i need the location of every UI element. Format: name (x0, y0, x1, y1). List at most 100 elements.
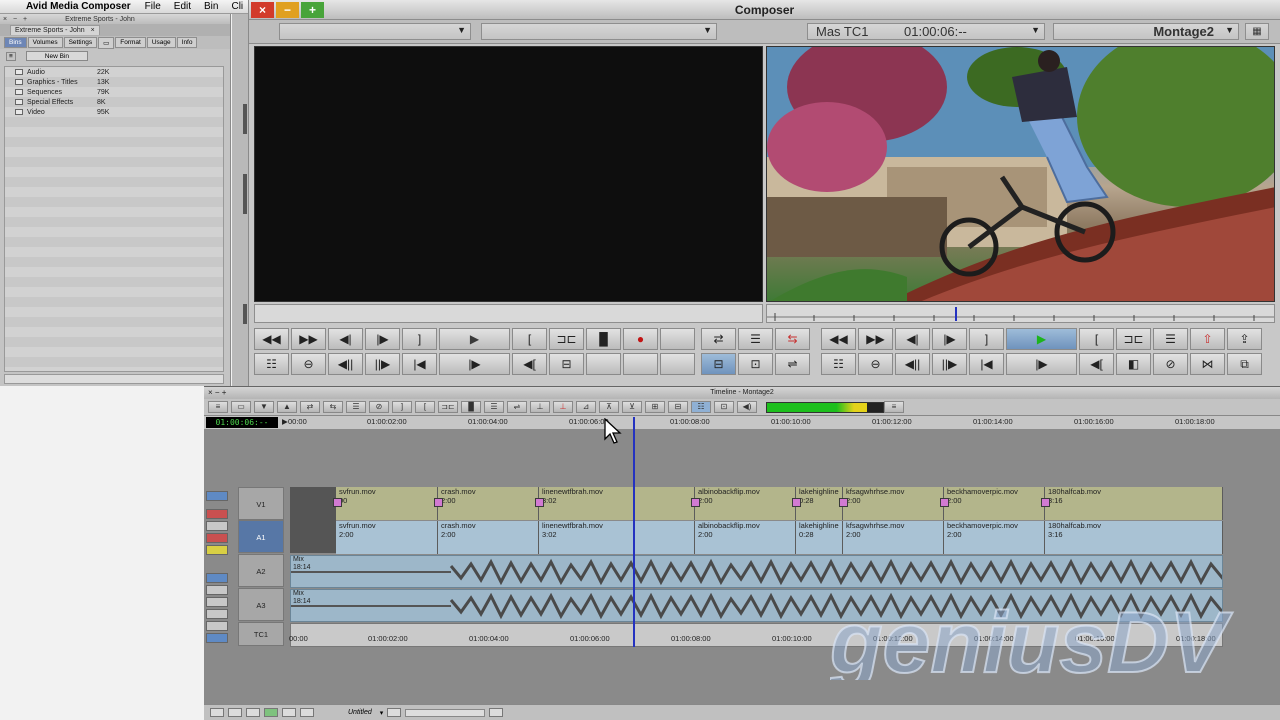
jog-back-icon[interactable]: ◀|| (895, 353, 930, 375)
splice-icon[interactable]: ⇄ (701, 328, 736, 350)
menu-icon[interactable]: ≡ (208, 401, 228, 413)
wide-view-icon[interactable]: ⊡ (714, 401, 734, 413)
extract-icon[interactable]: ⇌ (507, 401, 527, 413)
blank-button[interactable] (586, 353, 621, 375)
lift-overwrite-icon[interactable]: ☰ (484, 401, 504, 413)
transition-marker[interactable] (1041, 498, 1050, 507)
mark-in-icon[interactable]: [ (415, 401, 435, 413)
menu-bin[interactable]: Bin (204, 1, 218, 12)
track-header-a1[interactable]: A1 (238, 520, 284, 553)
playhead-indicator[interactable] (633, 417, 635, 647)
timeline-clip[interactable]: svfrun.mov 00 (336, 487, 438, 520)
overwrite-icon[interactable]: ⇆ (323, 401, 343, 413)
list-item[interactable]: Video 95K (5, 107, 223, 117)
view-icon[interactable] (282, 708, 296, 717)
timeline-clip[interactable]: linenewtfbrah.mov 3:02 (539, 487, 695, 520)
mark-clip-icon[interactable]: ⊐⊏ (438, 401, 458, 413)
export-icon[interactable]: ⇪ (1227, 328, 1262, 350)
timeline-clip[interactable]: albinobackflip.mov 2:00 (695, 487, 796, 520)
zoom-icon[interactable]: + (20, 16, 30, 23)
match-frame-icon[interactable]: ◀[ (1079, 353, 1114, 375)
timeline-clip[interactable]: beckhamoverpic.mov 2:00 (944, 521, 1045, 554)
go-to-in-icon[interactable]: |▶ (439, 353, 510, 375)
mute-icon[interactable] (206, 545, 228, 555)
tab-format-icon[interactable]: ▭ (98, 36, 115, 49)
play-icon[interactable]: ▶ (439, 328, 510, 350)
view-icon[interactable] (228, 708, 242, 717)
source-clip-menu[interactable]: ▼ (279, 23, 471, 40)
zoom-icon[interactable]: + (301, 1, 324, 18)
timecode-track[interactable]: 00:00 01:00:02:00 01:00:04:00 01:00:06:0… (289, 623, 1223, 647)
grid-icon[interactable]: ▦ (1245, 23, 1269, 40)
source-position-bar[interactable] (254, 304, 763, 323)
project-tab[interactable]: Extreme Sports - John × (10, 25, 100, 35)
fast-forward-icon[interactable]: ▶▶ (291, 328, 326, 350)
split-icon[interactable]: ⋈ (1190, 353, 1225, 375)
record-icon[interactable]: ● (623, 328, 658, 350)
segment-icon[interactable]: ⊥ (530, 401, 550, 413)
go-to-in-icon[interactable]: |▶ (1006, 353, 1077, 375)
window-controls[interactable]: × − + (208, 387, 226, 399)
transition-marker[interactable] (434, 498, 443, 507)
close-icon[interactable]: × (251, 1, 274, 18)
timeline-clip[interactable]: lakehighline 0:28 (796, 521, 843, 554)
segment-red-icon[interactable]: ⊥ (553, 401, 573, 413)
close-tab-icon[interactable]: × (91, 27, 95, 34)
go-to-out-icon[interactable]: |◀ (969, 353, 1004, 375)
track-view-icon[interactable]: ⊟ (668, 401, 688, 413)
timeline-clip[interactable]: 180halfcab.mov 3:16 (1045, 487, 1223, 520)
timeline-clip[interactable]: 180halfcab.mov 3:16 (1045, 521, 1223, 554)
track-option-icon[interactable] (206, 597, 228, 607)
meter-menu-icon[interactable]: ≡ (884, 401, 904, 413)
rewind-icon[interactable]: ◀◀ (821, 328, 856, 350)
record-track-icon[interactable] (206, 509, 228, 519)
trim-mode-icon[interactable]: ⇌ (775, 353, 810, 375)
jog-forward-icon[interactable]: ||▶ (932, 353, 967, 375)
view-icon[interactable] (300, 708, 314, 717)
scroll-right-icon[interactable] (489, 708, 504, 717)
toggle-source-record-icon[interactable]: ⊟ (701, 353, 736, 375)
chevron-down-icon[interactable]: ▾ (380, 709, 384, 717)
list-item[interactable]: Sequences 79K (5, 87, 223, 97)
transition-marker[interactable] (839, 498, 848, 507)
timeline-clip[interactable]: crash.mov 2:00 (438, 521, 539, 554)
lift-overwrite-icon[interactable]: ☰ (1153, 328, 1188, 350)
view-icon[interactable] (264, 708, 278, 717)
blank-button[interactable] (623, 353, 658, 375)
list-item[interactable]: Graphics - Titles 13K (5, 77, 223, 87)
copy-icon[interactable]: ⧉ (1227, 353, 1262, 375)
go-to-out-icon[interactable]: |◀ (402, 353, 437, 375)
waveform-toggle-icon[interactable] (206, 573, 228, 583)
effect-icon[interactable]: ◧ (1116, 353, 1151, 375)
lift-icon[interactable]: ☰ (346, 401, 366, 413)
step-forward-icon[interactable]: |▶ (365, 328, 400, 350)
play-icon[interactable]: ▶ (1006, 328, 1077, 350)
timeline-clip[interactable]: svfrun.mov 2:00 (336, 521, 438, 554)
sequence-menu[interactable]: Montage2 ▼ (1053, 23, 1239, 40)
jog-forward-icon[interactable]: ||▶ (365, 353, 400, 375)
match-frame-icon[interactable]: ◀[ (512, 353, 547, 375)
tab-info[interactable]: Info (176, 37, 198, 48)
timeline-clip[interactable]: beckhamoverpic.mov 2:00 (944, 487, 1045, 520)
transition-marker[interactable] (535, 498, 544, 507)
chevron-down-icon[interactable]: ▼ (254, 401, 274, 413)
menu-clip[interactable]: Cli (231, 1, 243, 12)
blank-button[interactable] (660, 353, 695, 375)
transition-marker[interactable] (333, 498, 342, 507)
record-tc-menu[interactable]: Mas TC1 01:00:06:-- ▼ (807, 23, 1045, 40)
link-icon[interactable]: ⊖ (858, 353, 893, 375)
video-mode-icon[interactable]: ▭ (231, 401, 251, 413)
transition-marker[interactable] (691, 498, 700, 507)
source-info-menu[interactable]: ▼ (481, 23, 717, 40)
splice-icon[interactable]: ⇄ (300, 401, 320, 413)
list-item[interactable]: Special Effects 8K (5, 97, 223, 107)
bin-menu-icon[interactable]: ≡ (6, 51, 16, 61)
speaker-icon[interactable]: ◀) (737, 401, 757, 413)
mark-out-icon[interactable]: ] (969, 328, 1004, 350)
list-item[interactable]: Audio 22K (5, 67, 223, 77)
clear-marks-icon[interactable]: ▐▌ (586, 328, 621, 350)
track-header-a2[interactable]: A2 (238, 554, 284, 587)
quad-split-icon[interactable]: ⊡ (738, 353, 773, 375)
minimize-icon[interactable]: − (10, 16, 20, 23)
timeline-scrollbar[interactable] (405, 708, 486, 717)
